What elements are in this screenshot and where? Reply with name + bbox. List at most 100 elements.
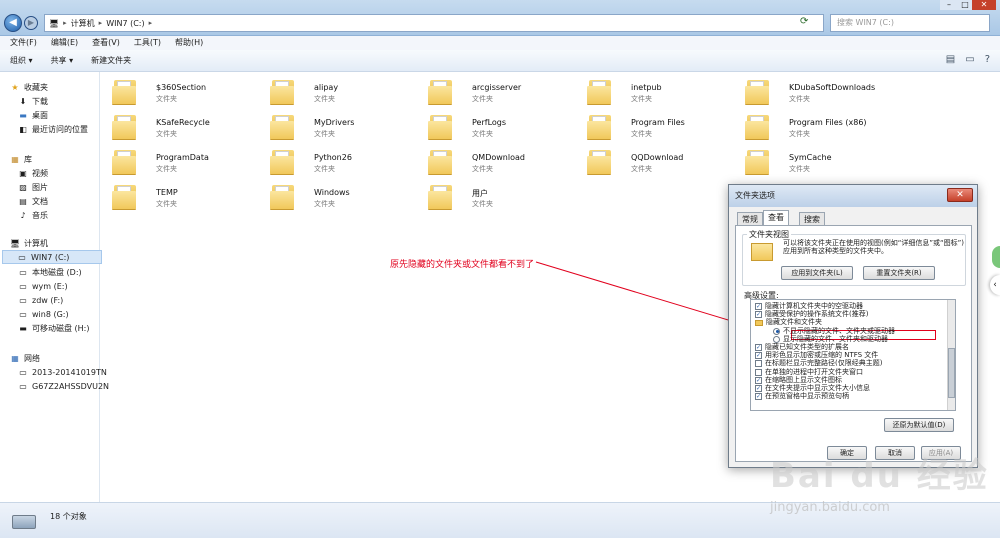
folder-icon (428, 80, 454, 104)
folder-icon (745, 115, 771, 139)
minimize-button[interactable]: – (940, 0, 958, 10)
folder-item[interactable]: MyDrivers 文件夹 (270, 111, 420, 141)
folder-icon (112, 185, 138, 209)
folder-type: 文件夹 (631, 165, 652, 173)
drive-icon: ▭ (19, 295, 27, 305)
checkbox[interactable] (755, 368, 762, 376)
network-icon: ▦ (11, 353, 19, 363)
folder-type: 文件夹 (156, 130, 177, 138)
side-widget-green[interactable] (992, 246, 1000, 268)
menu-edit[interactable]: 编辑(E) (51, 36, 78, 50)
folder-icon (112, 115, 138, 139)
folder-icon (745, 80, 771, 104)
folder-item[interactable]: TEMP 文件夹 (112, 181, 262, 211)
sidebar-computer[interactable]: 🖥 计算机 (10, 236, 110, 250)
checkbox[interactable]: ✓ (755, 352, 762, 360)
menu-tools[interactable]: 工具(T) (134, 36, 161, 50)
folder-item[interactable]: arcgisserver 文件夹 (428, 76, 578, 106)
view-options-icon[interactable]: ▤ (946, 54, 955, 65)
checkbox[interactable]: ✓ (755, 344, 762, 351)
help-icon[interactable]: ? (985, 54, 990, 65)
folder-name: QQDownload (631, 153, 684, 162)
folder-item[interactable]: Windows 文件夹 (270, 181, 420, 211)
search-input[interactable]: 搜索 WIN7 (C:) (830, 14, 990, 32)
forward-button[interactable]: ▶ (24, 16, 38, 30)
preview-pane-icon[interactable]: ▭ (965, 54, 974, 65)
folder-item[interactable]: KSafeRecycle 文件夹 (112, 111, 262, 141)
organize-button[interactable]: 组织 ▾ (10, 55, 33, 66)
folder-icon (428, 115, 454, 139)
advanced-list-scrollbar[interactable] (947, 300, 955, 410)
folder-item[interactable]: SymCache 文件夹 (745, 146, 895, 176)
computer-icon: 🖥 (10, 238, 21, 248)
folder-item[interactable]: ProgramData 文件夹 (112, 146, 262, 176)
sidebar-favorites[interactable]: ★ 收藏夹 (10, 80, 110, 94)
close-button[interactable]: ✕ (972, 0, 996, 10)
breadcrumb-computer[interactable]: 计算机 (71, 18, 95, 29)
tab-view[interactable]: 查看 (763, 210, 789, 226)
folder-name: Python26 (314, 153, 352, 162)
folder-item[interactable]: Python26 文件夹 (270, 146, 420, 176)
drive-icon: ▭ (19, 281, 27, 291)
sidebar-library[interactable]: ▦ 库 (10, 152, 110, 166)
back-button[interactable]: ◀ (4, 14, 22, 32)
checkbox[interactable]: ✓ (755, 385, 762, 392)
checkbox[interactable]: ✓ (755, 303, 762, 310)
folder-item[interactable]: Program Files 文件夹 (587, 111, 737, 141)
checkbox[interactable]: ✓ (755, 376, 762, 384)
new-folder-button[interactable]: 新建文件夹 (91, 55, 131, 66)
folder-name: TEMP (156, 188, 178, 197)
maximize-button[interactable]: □ (958, 0, 972, 10)
restore-defaults-button[interactable]: 还原为默认值(D) (884, 418, 954, 432)
tab-search[interactable]: 搜索 (799, 212, 825, 226)
folder-item[interactable]: alipay 文件夹 (270, 76, 420, 106)
folder-item[interactable]: Program Files (x86) 文件夹 (745, 111, 895, 141)
advanced-settings-list[interactable]: ✓ 隐藏计算机文件夹中的空驱动器 ✓ 隐藏受保护的操作系统文件(推荐) 隐藏文件和文件夹… (750, 299, 956, 411)
scrollbar-thumb[interactable] (948, 348, 955, 398)
folder-item[interactable]: QQDownload 文件夹 (587, 146, 737, 176)
share-button[interactable]: 共享 ▾ (51, 55, 74, 66)
folder-type: 文件夹 (789, 95, 810, 103)
radio-button[interactable] (773, 327, 780, 335)
folder-name: inetpub (631, 83, 662, 92)
document-icon: ▤ (19, 196, 27, 206)
folder-name: 用户 (472, 189, 488, 198)
radio-button[interactable] (773, 335, 780, 343)
menu-help[interactable]: 帮助(H) (175, 36, 203, 50)
sidebar-network[interactable]: ▦ 网络 (10, 351, 110, 365)
breadcrumb-drive[interactable]: WIN7 (C:) (106, 19, 144, 28)
refresh-icon[interactable]: ⟳ (800, 16, 814, 30)
checkbox[interactable]: ✓ (755, 393, 762, 401)
item-count: 18 个对象 (50, 512, 87, 521)
folder-name: SymCache (789, 153, 832, 162)
checkbox[interactable]: ✓ (755, 311, 762, 319)
desktop-icon: ▬ (19, 110, 27, 120)
sidebar-item-drive-c[interactable]: ▭ WIN7 (C:) (2, 250, 102, 264)
tab-general[interactable]: 常规 (737, 212, 763, 226)
baidu-jingyan-watermark: Bai du 经验 jingyan.baidu.com (760, 440, 990, 530)
folder-name: KSafeRecycle (156, 118, 210, 127)
folder-item[interactable]: PerfLogs 文件夹 (428, 111, 578, 141)
folder-item[interactable]: 用户 文件夹 (428, 181, 578, 211)
dialog-close-button[interactable]: ✕ (947, 188, 973, 202)
menu-view[interactable]: 查看(V) (92, 36, 120, 50)
folder-icon (745, 150, 771, 174)
menu-bar: 文件(F) 编辑(E) 查看(V) 工具(T) 帮助(H) (0, 36, 1000, 50)
folder-options-dialog: 文件夹选项 ✕ 常规 查看 搜索 文件夹视图 可以将该文件夹正在使用的视图(例如… (728, 184, 978, 468)
folder-type: 文件夹 (314, 200, 335, 208)
checkbox[interactable] (755, 360, 762, 368)
folder-icon (270, 185, 296, 209)
folder-item[interactable]: inetpub 文件夹 (587, 76, 737, 106)
folder-item[interactable]: $360Section 文件夹 (112, 76, 262, 106)
folder-item[interactable]: KDubaSoftDownloads 文件夹 (745, 76, 895, 106)
apply-to-folders-button[interactable]: 应用到文件夹(L) (781, 266, 853, 280)
address-bar[interactable]: 🖥 ▸ 计算机 ▸ WIN7 (C:) ▸ (44, 14, 824, 32)
folder-name: PerfLogs (472, 118, 507, 127)
folder-name: arcgisserver (472, 83, 522, 92)
baidu-logo: Bai du 经验 (770, 456, 989, 496)
folder-item[interactable]: QMDownload 文件夹 (428, 146, 578, 176)
reset-folders-button[interactable]: 重置文件夹(R) (863, 266, 935, 280)
view-tab-panel: 文件夹视图 可以将该文件夹正在使用的视图(例如“详细信息”或“图标”)应用到所有… (735, 225, 972, 462)
menu-file[interactable]: 文件(F) (10, 36, 37, 50)
advanced-setting-item[interactable]: ✓ 在预览窗格中显示预览句柄 (755, 392, 849, 401)
